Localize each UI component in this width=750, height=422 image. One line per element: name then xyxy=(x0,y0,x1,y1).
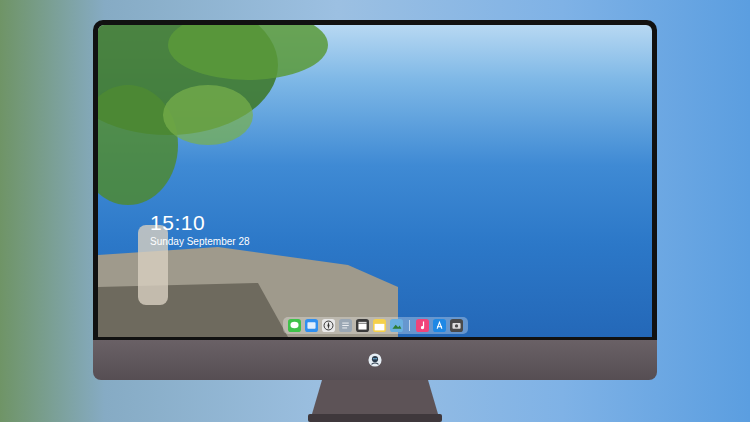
brand-logo-icon xyxy=(368,353,382,367)
photos-icon[interactable] xyxy=(390,319,403,332)
monitor-screen-bezel: 15:10Sunday September 28 xyxy=(93,20,657,340)
lock-clock: 15:10Sunday September 28 xyxy=(150,211,250,249)
monitor: 15:10Sunday September 28 xyxy=(93,20,657,422)
messages-icon[interactable] xyxy=(288,319,301,332)
dock xyxy=(283,317,468,334)
reader-icon[interactable] xyxy=(339,319,352,332)
camera-icon[interactable] xyxy=(450,319,463,332)
browser-icon[interactable] xyxy=(322,319,335,332)
files-icon[interactable] xyxy=(305,319,318,332)
wallpaper-photo xyxy=(98,25,652,337)
date: Sunday September 28 xyxy=(150,235,250,249)
monitor-chin xyxy=(93,340,657,380)
monitor-stand xyxy=(300,380,450,422)
dock-separator xyxy=(409,320,410,331)
time: 15:10 xyxy=(150,211,250,235)
store-icon[interactable] xyxy=(433,319,446,332)
video-icon[interactable] xyxy=(356,319,369,332)
page: 15:10Sunday September 28 xyxy=(0,0,750,422)
lock-screen[interactable]: 15:10Sunday September 28 xyxy=(98,25,652,337)
music-icon[interactable] xyxy=(416,319,429,332)
notes-icon[interactable] xyxy=(373,319,386,332)
